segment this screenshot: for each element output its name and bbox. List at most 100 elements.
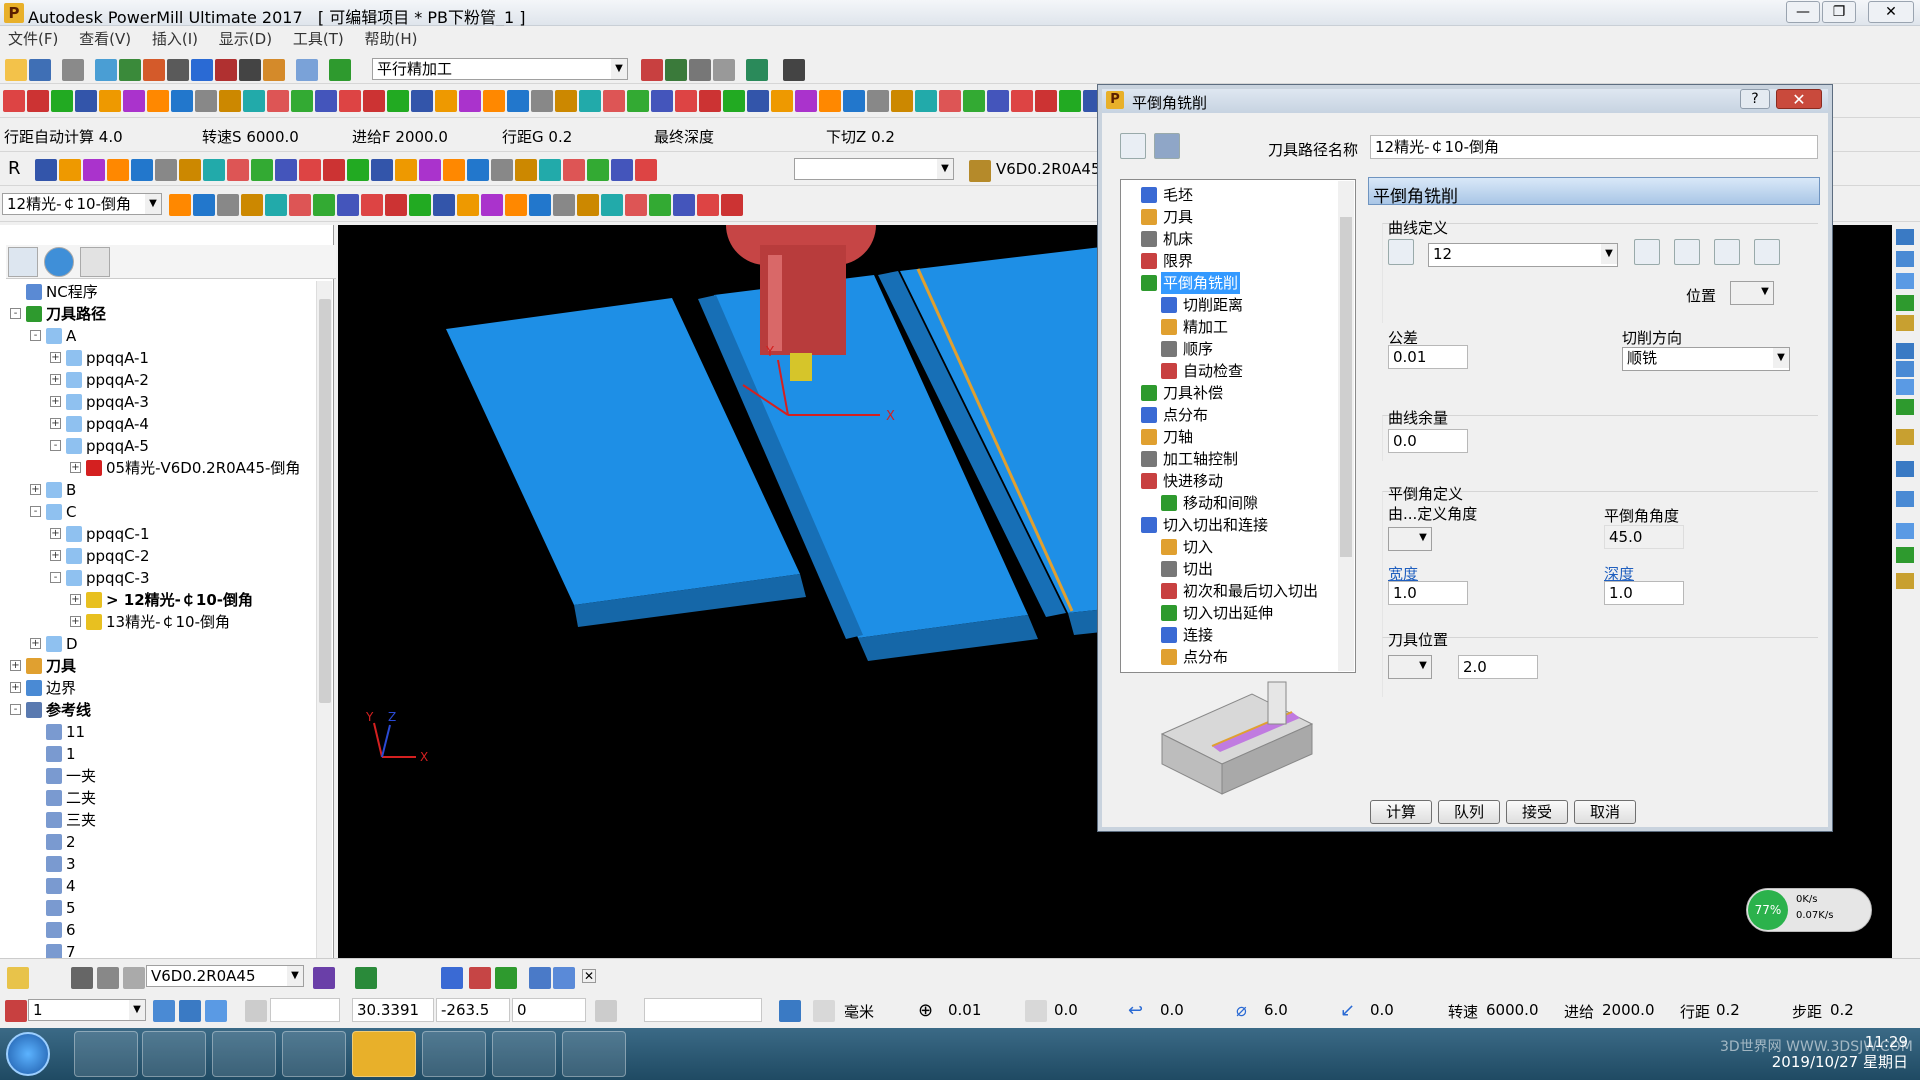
- command-icon[interactable]: [699, 90, 721, 112]
- expand-icon[interactable]: +: [30, 638, 41, 649]
- dialog-tree-item[interactable]: 初次和最后切入切出: [1121, 580, 1355, 602]
- pick-icon[interactable]: [1896, 523, 1914, 539]
- function-icon[interactable]: [131, 159, 153, 181]
- menu-file[interactable]: 文件(F): [0, 26, 66, 49]
- dialog-tree-item[interactable]: 顺序: [1121, 338, 1355, 360]
- explorer-scrollbar[interactable]: [316, 281, 332, 981]
- menu-display[interactable]: 显示(D): [211, 26, 280, 49]
- view-iso-icon[interactable]: [1896, 295, 1914, 311]
- tool-holder-icon[interactable]: [7, 967, 29, 989]
- nc-icon[interactable]: [296, 59, 318, 81]
- script-icon[interactable]: [939, 90, 961, 112]
- parameters-icon[interactable]: [1154, 133, 1180, 159]
- dialog-tree-item[interactable]: 点分布: [1121, 646, 1355, 668]
- tree-row[interactable]: 11: [0, 721, 316, 743]
- taskbar-app-baidu[interactable]: [212, 1031, 276, 1077]
- macro-icon[interactable]: [107, 159, 129, 181]
- material-icon[interactable]: [1896, 461, 1914, 477]
- collapse-icon[interactable]: -: [10, 308, 21, 319]
- start-point-icon[interactable]: [215, 59, 237, 81]
- view-top-icon[interactable]: [1896, 251, 1914, 267]
- print-icon[interactable]: [62, 59, 84, 81]
- view-icon[interactable]: [169, 194, 191, 216]
- trash-icon[interactable]: [80, 247, 110, 277]
- pattern-join-icon[interactable]: [495, 967, 517, 989]
- curve-thickness-input[interactable]: 0.0: [1388, 429, 1468, 453]
- function-icon[interactable]: [635, 159, 657, 181]
- tool-check-icon[interactable]: [355, 967, 377, 989]
- edit-icon[interactable]: [409, 194, 431, 216]
- dialog-tree-item[interactable]: 移动和间隙: [1121, 492, 1355, 514]
- tree-row[interactable]: + ppqqC-1: [0, 523, 316, 545]
- dialog-tree-item[interactable]: 连接: [1121, 624, 1355, 646]
- view-icon[interactable]: [601, 194, 623, 216]
- custom-icon[interactable]: [227, 159, 249, 181]
- edit-icon[interactable]: [193, 194, 215, 216]
- taskbar-app-chrome[interactable]: [142, 1031, 206, 1077]
- shading-icon[interactable]: [1896, 399, 1914, 415]
- display-icon[interactable]: [721, 194, 743, 216]
- tree-row[interactable]: + B: [0, 479, 316, 501]
- network-gauge[interactable]: 77% 0K/s 0.07K/s: [1746, 888, 1872, 932]
- delete-curve-icon[interactable]: [1674, 239, 1700, 265]
- function-icon[interactable]: [419, 159, 441, 181]
- shortcut-icon[interactable]: [723, 90, 745, 112]
- custom-icon[interactable]: [299, 159, 321, 181]
- collapse-icon[interactable]: -: [30, 330, 41, 341]
- globe-icon[interactable]: [44, 247, 74, 277]
- workplane-create-icon[interactable]: [153, 1000, 175, 1022]
- workplane-align-icon[interactable]: [179, 1000, 201, 1022]
- wireframe-icon[interactable]: [1896, 429, 1914, 445]
- menu-view[interactable]: 查看(V): [71, 26, 139, 49]
- dialog-tree-item[interactable]: 切入: [1121, 536, 1355, 558]
- display-icon[interactable]: [433, 194, 455, 216]
- tool-database-icon[interactable]: [313, 967, 335, 989]
- dialog-tree-item[interactable]: 加工轴控制: [1121, 448, 1355, 470]
- dialog-tree-item[interactable]: 快进移动: [1121, 470, 1355, 492]
- dialog-tree-scrollbar[interactable]: [1338, 181, 1354, 671]
- tree-row[interactable]: 1: [0, 743, 316, 765]
- scroll-thumb[interactable]: [1340, 217, 1352, 557]
- cancel-button[interactable]: 取消: [1574, 800, 1636, 824]
- script-icon[interactable]: [555, 90, 577, 112]
- function-icon[interactable]: [563, 159, 585, 181]
- curve-tool-icon[interactable]: [553, 967, 575, 989]
- view-icon[interactable]: [529, 194, 551, 216]
- view-iso2-icon[interactable]: [1896, 315, 1914, 331]
- display-icon[interactable]: [577, 194, 599, 216]
- tree-row[interactable]: + ppqqA-3: [0, 391, 316, 413]
- macro-icon[interactable]: [291, 90, 313, 112]
- custom-icon[interactable]: [83, 159, 105, 181]
- display-icon[interactable]: [649, 194, 671, 216]
- macro-icon[interactable]: [867, 90, 889, 112]
- queue-button[interactable]: 队列: [1438, 800, 1500, 824]
- select-curve-icon[interactable]: [1388, 239, 1414, 265]
- edit-icon[interactable]: [337, 194, 359, 216]
- dialog-tree-item[interactable]: 刀具补偿: [1121, 382, 1355, 404]
- view-icon[interactable]: [457, 194, 479, 216]
- param-final-depth[interactable]: 最终深度: [654, 126, 719, 147]
- collapse-icon[interactable]: -: [10, 704, 21, 715]
- tree-row[interactable]: 5: [0, 897, 316, 919]
- ruler-icon[interactable]: [713, 59, 735, 81]
- macro-icon[interactable]: [963, 90, 985, 112]
- cut-direction-combo[interactable]: 顺铣 ▼: [1622, 347, 1790, 371]
- system-clock[interactable]: 11:29 2019/10/27 星期日: [1772, 1032, 1908, 1072]
- collapse-icon[interactable]: -: [30, 506, 41, 517]
- tool-position-combo[interactable]: ▼: [1388, 655, 1432, 679]
- depth-input[interactable]: 1.0: [1604, 581, 1684, 605]
- taskbar-app-browser[interactable]: [422, 1031, 486, 1077]
- taskbar-app-eye[interactable]: [74, 1031, 138, 1077]
- tree-row[interactable]: 一夹: [0, 765, 316, 787]
- simulate-icon[interactable]: [665, 59, 687, 81]
- view-icon[interactable]: [385, 194, 407, 216]
- dialog-close-button[interactable]: ✕: [1776, 89, 1822, 109]
- function-icon[interactable]: [59, 159, 81, 181]
- expand-icon[interactable]: +: [50, 352, 61, 363]
- select-icon[interactable]: [1896, 547, 1914, 563]
- zoom-icon[interactable]: [1896, 343, 1914, 359]
- shortcut-icon[interactable]: [531, 90, 553, 112]
- shortcut-icon[interactable]: [435, 90, 457, 112]
- menu-tools[interactable]: 工具(T): [285, 26, 352, 49]
- macro-icon[interactable]: [467, 159, 489, 181]
